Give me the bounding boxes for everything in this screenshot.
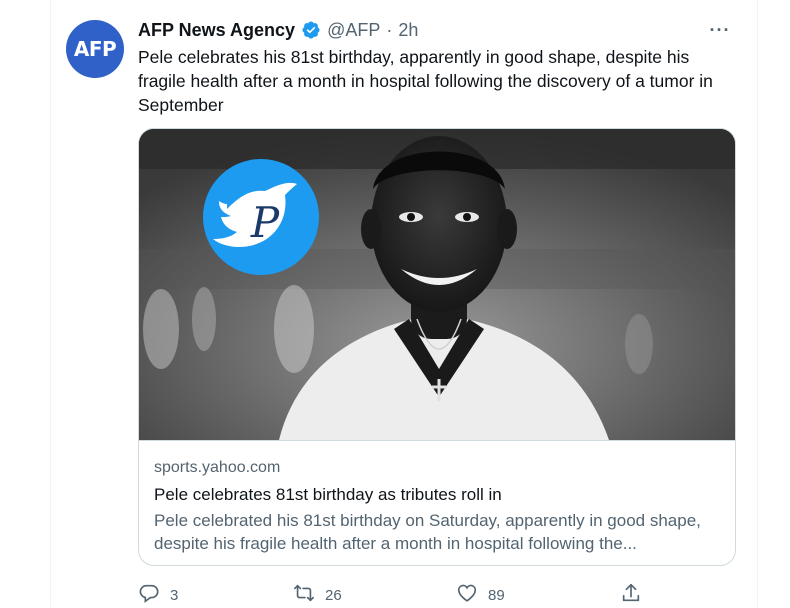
retweet-icon bbox=[293, 582, 315, 608]
tweet-header: AFP News Agency @AFP · 2h bbox=[138, 18, 750, 42]
retweet-button[interactable]: 26 bbox=[293, 582, 342, 608]
timeline-right-border bbox=[757, 0, 758, 607]
heart-icon bbox=[456, 582, 478, 608]
handle[interactable]: @AFP bbox=[327, 20, 380, 41]
verified-badge-icon bbox=[301, 20, 321, 40]
tweet-text: Pele celebrates his 81st birthday, appar… bbox=[138, 47, 713, 115]
reply-count: 3 bbox=[170, 586, 179, 604]
like-button[interactable]: 89 bbox=[456, 582, 505, 608]
link-card[interactable]: P sports.yahoo.com Pele celebrates 81st … bbox=[138, 128, 736, 566]
avatar[interactable]: AFP bbox=[66, 20, 124, 78]
reply-button[interactable]: 3 bbox=[138, 582, 178, 608]
retweet-count: 26 bbox=[325, 586, 342, 604]
more-horizontal-icon[interactable]: ··· bbox=[705, 18, 735, 42]
share-button[interactable] bbox=[620, 582, 642, 608]
display-name[interactable]: AFP News Agency bbox=[138, 20, 295, 41]
like-count: 89 bbox=[488, 586, 505, 604]
separator-dot: · bbox=[386, 19, 393, 40]
card-divider bbox=[139, 440, 735, 441]
card-domain: sports.yahoo.com bbox=[154, 459, 281, 476]
share-icon bbox=[620, 582, 642, 608]
card-title[interactable]: Pele celebrates 81st birthday as tribute… bbox=[154, 485, 502, 505]
timestamp[interactable]: 2h bbox=[398, 20, 418, 41]
card-image: P bbox=[139, 129, 735, 440]
card-description: Pele celebrated his 81st birthday on Sat… bbox=[154, 511, 701, 553]
timeline-left-border bbox=[50, 0, 51, 607]
svg-text:P: P bbox=[250, 198, 280, 247]
reply-icon bbox=[138, 582, 160, 608]
tweet-actions: 3 26 89 bbox=[138, 582, 738, 606]
